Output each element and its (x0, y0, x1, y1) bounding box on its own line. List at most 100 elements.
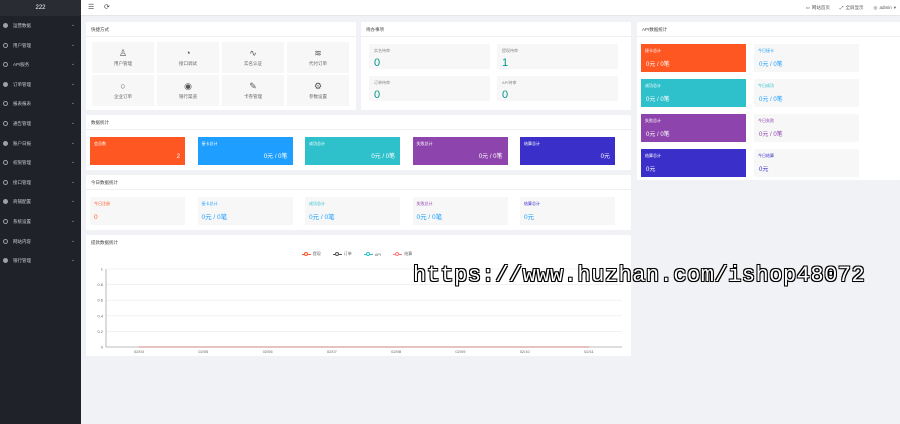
todo-label: 实名待审 (374, 48, 390, 53)
api-today-label: 今日失败 (758, 118, 774, 123)
api-today-tile: 今日接卡 0元 / 0笔 (754, 44, 859, 72)
refresh-icon[interactable]: ⟳ (104, 3, 110, 11)
sidebar-item[interactable]: 账户日报 ⌄ (0, 134, 81, 154)
gear-icon: ⚙ (313, 81, 323, 91)
order-icon (3, 81, 8, 87)
shield-icon (3, 160, 8, 166)
account-icon (3, 140, 8, 146)
chart-card: 提款数据统计 提现 订单 API 结算 0 0.2 0.4 0.6 0.8 1 02/04 02/0… (86, 235, 631, 356)
tile-value: 0元 / 0笔 (478, 154, 503, 160)
sidebar-item[interactable]: 运营数据 ⌄ (0, 16, 81, 36)
x-tick-label: 02/09 (455, 349, 466, 354)
api-today-label: 今日成功 (758, 83, 774, 88)
todo-label: 提现待审 (502, 48, 518, 53)
todo-item[interactable]: 实名待审 0 (369, 44, 490, 69)
sidebar-item[interactable]: 系统设置 ⌄ (0, 212, 81, 232)
quick-button[interactable]: ♙ 用户管理 (92, 42, 154, 73)
quick-button-label: 代付订单 (309, 61, 327, 66)
tile-value: 0元 (524, 214, 535, 221)
api-total-tile: 失败总计 0元 / 0笔 (641, 114, 746, 142)
quick-card: 快捷方式 ♙ 用户管理 ◔ 接口调试 ∿ 实名认证 ≋ 代付订单 ○ 企业订单 ◉ 银行渠道 ✎ 卡券管理… (86, 22, 356, 110)
quick-button[interactable]: ◉ 银行渠道 (157, 75, 219, 106)
api-total-tile: 接卡总计 0元 / 0笔 (641, 44, 746, 72)
user-menu[interactable]: ◎ admin ▾ (874, 0, 896, 16)
quick-button[interactable]: ◔ 接口调试 (157, 42, 219, 73)
api-icon (3, 62, 8, 68)
tile-label: 成功总计 (309, 141, 325, 146)
watermark-url: https://www.huzhan.com/ishop48072 (413, 263, 866, 288)
tile-value: 0元 (600, 154, 610, 160)
quick-button[interactable]: ✎ 卡券管理 (222, 75, 284, 106)
sidebar-item[interactable]: 报表报表 ⌄ (0, 94, 81, 114)
chevron-down-icon: ⌄ (70, 217, 75, 224)
sidebar-item[interactable]: 接口管理 ⌄ (0, 173, 81, 193)
api-today-label: 今日结算 (758, 153, 774, 158)
sidebar-item[interactable]: 订单管理 ⌄ (0, 75, 81, 95)
api-label: 接卡总计 (645, 48, 661, 53)
quick-button[interactable]: ∿ 实名认证 (222, 42, 284, 73)
api-today-value: 0元 / 0笔 (759, 97, 783, 103)
layers-icon: ≋ (314, 48, 322, 58)
sidebar-item[interactable]: 商铺配置 ⌄ (0, 192, 81, 212)
tile-value: 0元 / 0笔 (416, 214, 443, 221)
x-tick-label: 02/04 (134, 349, 145, 354)
interface-icon (3, 179, 8, 185)
site-home-link[interactable]: ▭ 网站首页 (806, 0, 830, 16)
chevron-down-icon: ⌄ (70, 119, 75, 126)
x-tick-label: 02/08 (391, 349, 402, 354)
todo-value: 0 (374, 57, 381, 69)
quick-button[interactable]: ○ 企业订单 (92, 75, 154, 106)
top-bar: ☰ ⟳ ▭ 网站首页 ⤢ 全屏显示 ◎ admin ▾ (81, 0, 900, 16)
todo-value: 1 (502, 57, 509, 69)
api-today-value: 0元 / 0笔 (759, 62, 783, 68)
sidebar-item[interactable]: 银行管理 ⌄ (0, 251, 81, 271)
sidebar-item-label: 商铺配置 (13, 199, 31, 205)
api-stats-title: API数据统计 (637, 22, 900, 37)
sidebar-item[interactable]: 权限管理 ⌄ (0, 153, 81, 173)
sidebar-item[interactable]: API服务 ⌄ (0, 55, 81, 75)
chevron-down-icon: ⌄ (70, 61, 75, 68)
api-value: 0元 / 0笔 (646, 132, 670, 138)
quick-button[interactable]: ≋ 代付订单 (287, 42, 349, 73)
dashboard-icon (3, 23, 8, 28)
sidebar-item[interactable]: 用户管理 ⌄ (0, 36, 81, 56)
api-today-tile: 今日结算 0元 (754, 149, 859, 177)
x-tick-label: 02/11 (584, 349, 594, 354)
sidebar-item-label: 报表报表 (13, 101, 31, 107)
todo-label: API待审 (502, 80, 517, 85)
quick-button-label: 接口调试 (179, 61, 197, 66)
todo-item[interactable]: API待审 0 (497, 76, 618, 101)
api-total-tile: 结算总计 0元 (641, 149, 746, 177)
y-tick-label: 0.2 (97, 329, 103, 334)
todo-item[interactable]: 提现待审 1 (497, 44, 618, 69)
chevron-down-icon: ⌄ (70, 198, 75, 205)
menu-toggle-icon[interactable]: ☰ (88, 3, 94, 11)
sidebar-item[interactable]: 通告管理 ⌄ (0, 114, 81, 134)
sidebar-item-label: 账户日报 (13, 140, 31, 146)
x-tick-label: 02/06 (263, 349, 274, 354)
y-tick-label: 0.6 (97, 298, 103, 303)
caret-down-icon: ▾ (893, 5, 896, 10)
tile-value: 0元 / 0笔 (309, 214, 335, 221)
sidebar-item-label: 运营数据 (13, 23, 31, 28)
today-stats-card: 今日数据统计 今日注册 0 接卡总计 0元 / 0笔 成功总计 0元 / 0笔 失败总计 0元… (86, 175, 631, 230)
today_stats-tile: 结算总计 0元 (520, 197, 615, 225)
y-tick-label: 0 (101, 345, 104, 350)
quick-button-label: 实名认证 (244, 61, 262, 66)
gauge-icon: ◔ (185, 48, 191, 58)
api-label: 失败总计 (645, 118, 661, 123)
tile-label: 会员数 (94, 141, 106, 146)
api-today-tile: 今日成功 0元 / 0笔 (754, 79, 859, 107)
todo-label: 订单待审 (374, 80, 390, 85)
fullscreen-button[interactable]: ⤢ 全屏显示 (840, 0, 864, 16)
chevron-down-icon: ⌄ (70, 237, 75, 244)
quick-button[interactable]: ⚙ 参数设置 (287, 75, 349, 106)
todo-item[interactable]: 订单待审 0 (369, 76, 490, 101)
todo-card: 待办事项 实名待审 0 提现待审 1 订单待审 0 API待审 0 (361, 22, 631, 110)
tile-label: 失败总计 (416, 141, 433, 146)
chevron-down-icon: ⌄ (70, 100, 75, 107)
tile-label: 成功总计 (309, 201, 325, 206)
user-icon (3, 42, 8, 48)
sidebar-item[interactable]: 网站内容 ⌄ (0, 232, 81, 252)
circle-icon: ○ (120, 81, 126, 91)
